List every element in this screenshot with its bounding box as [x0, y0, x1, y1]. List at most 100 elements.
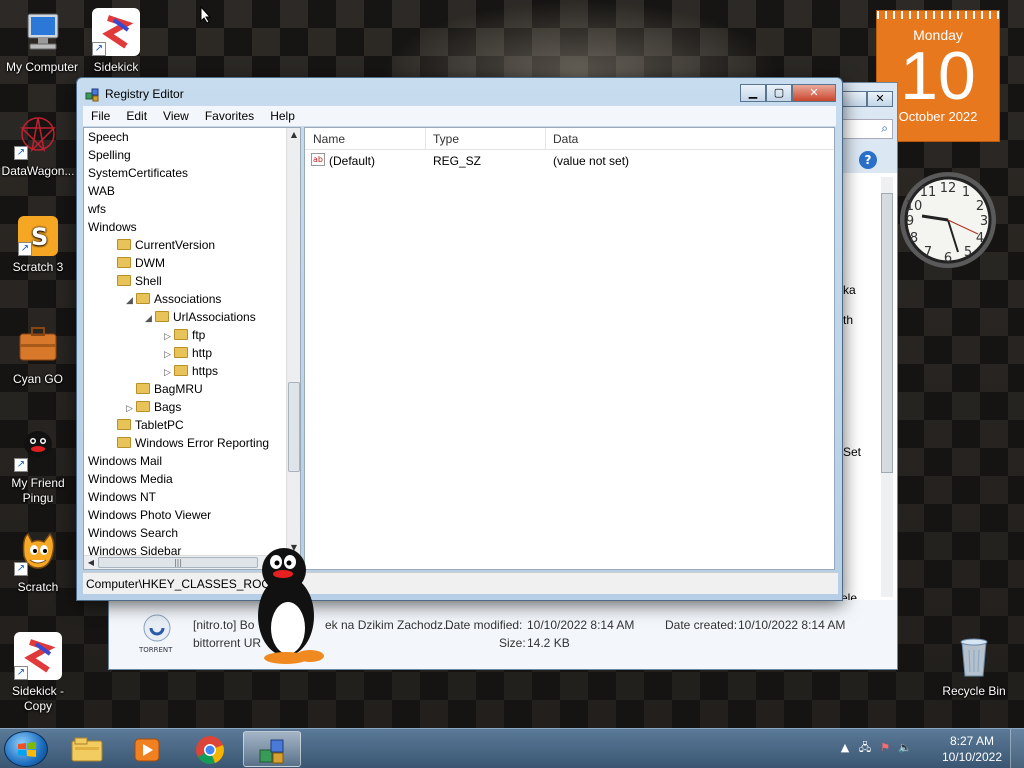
- folder-icon: [117, 239, 131, 250]
- scrollbar-thumb[interactable]: [881, 193, 893, 473]
- sidekick-icon: ↗: [14, 632, 62, 680]
- tree-node-bagmru[interactable]: BagMRU: [126, 380, 203, 398]
- pingu-character[interactable]: [252, 544, 328, 668]
- scroll-left-arrow-icon[interactable]: ◀: [84, 556, 98, 569]
- briefcase-icon: [14, 320, 62, 368]
- scrollbar-thumb[interactable]: |||: [98, 557, 258, 568]
- desktop-icon-scratch[interactable]: ↗ Scratch: [0, 528, 80, 595]
- menu-favorites[interactable]: Favorites: [197, 106, 262, 126]
- background-window-scrollbar[interactable]: [881, 177, 893, 597]
- shortcut-arrow-icon: ↗: [14, 666, 28, 680]
- folder-icon: [174, 347, 188, 358]
- tree-node-urlassociations[interactable]: ◢ UrlAssociations: [145, 308, 256, 326]
- tree-node-currentversion[interactable]: CurrentVersion: [107, 236, 215, 254]
- value-type: REG_SZ: [433, 154, 482, 168]
- minimize-button[interactable]: ▁: [740, 84, 766, 102]
- tree-node-label: Windows Photo Viewer: [88, 508, 212, 522]
- tree-node-speech[interactable]: Speech: [88, 128, 129, 146]
- taskbar-clock[interactable]: 8:27 AM 10/10/2022: [942, 733, 1002, 765]
- column-header-data[interactable]: Data: [553, 132, 578, 146]
- start-button[interactable]: [4, 731, 48, 767]
- svg-text:11: 11: [920, 185, 937, 200]
- desktop-icon-scratch3[interactable]: S ↗ Scratch 3: [0, 216, 80, 275]
- tree-expander-icon[interactable]: ▷: [164, 345, 174, 363]
- menu-help[interactable]: Help: [262, 106, 303, 126]
- shortcut-arrow-icon: ↗: [14, 562, 28, 576]
- pingu-icon: ↗: [14, 424, 62, 472]
- shortcut-arrow-icon: ↗: [14, 146, 28, 160]
- background-window-close-button[interactable]: ✕: [867, 91, 893, 107]
- tree-expander-icon[interactable]: ◢: [145, 309, 155, 327]
- tree-expander-icon[interactable]: ◢: [126, 291, 136, 309]
- taskbar-explorer-button[interactable]: [58, 731, 116, 767]
- tree-expander-icon[interactable]: ▷: [164, 327, 174, 345]
- desktop-icon-cyan-go[interactable]: Cyan GO: [0, 320, 80, 387]
- date-modified: 10/10/2022 8:14 AM: [527, 618, 635, 632]
- svg-text:1: 1: [962, 185, 970, 200]
- tree-node-http[interactable]: ▷ http: [164, 344, 212, 362]
- column-header-name[interactable]: Name: [313, 132, 345, 146]
- clock-gadget[interactable]: 12 1 2 345 678 9 10 11: [896, 160, 1000, 280]
- tree-node-label: Associations: [154, 292, 222, 306]
- network-icon[interactable]: 🖧: [858, 741, 872, 755]
- tree-node-label: Windows Media: [88, 472, 173, 486]
- registry-editor-window[interactable]: Registry Editor ▁ ▢ ✕ File Edit View Fav…: [76, 77, 843, 601]
- tree-node-associations[interactable]: ◢ Associations: [126, 290, 221, 308]
- help-icon[interactable]: ?: [859, 151, 877, 169]
- desktop-icon-recycle-bin[interactable]: Recycle Bin: [932, 632, 1016, 699]
- tree-node-label: Speech: [88, 130, 129, 144]
- desktop-icon-datawagon[interactable]: ↗ DataWagon...: [0, 112, 80, 179]
- desktop-icon-sidekick-copy[interactable]: ↗ Sidekick - Copy: [0, 632, 80, 714]
- torrent-file-icon: TORRENT: [137, 610, 177, 658]
- title-bar[interactable]: Registry Editor ▁ ▢ ✕: [77, 78, 842, 108]
- maximize-button[interactable]: ▢: [766, 84, 792, 102]
- tree-node-windows-photo-viewer[interactable]: Windows Photo Viewer: [88, 506, 211, 524]
- tree-expander-icon[interactable]: ▷: [164, 363, 174, 381]
- tree-node-wfs[interactable]: wfs: [88, 200, 106, 218]
- close-button[interactable]: ✕: [792, 84, 836, 102]
- tree-node-shell[interactable]: Shell: [107, 272, 162, 290]
- value-name: (Default): [329, 154, 376, 168]
- show-desktop-button[interactable]: [1010, 729, 1024, 768]
- column-header-type[interactable]: Type: [433, 132, 459, 146]
- desktop-icon-sidekick[interactable]: ↗ Sidekick: [74, 8, 158, 75]
- tree-node-windows-nt[interactable]: Windows NT: [88, 488, 156, 506]
- registry-tree-pane[interactable]: Speech Spelling SystemCertificates WAB wfs Wi…: [83, 127, 301, 570]
- taskbar-media-player-button[interactable]: [118, 731, 176, 767]
- desktop-icon-my-friend-pingu[interactable]: ↗ My Friend Pingu: [0, 424, 80, 506]
- tree-node-https[interactable]: ▷ https: [164, 362, 218, 380]
- taskbar-chrome-button[interactable]: [181, 731, 239, 767]
- tree-node-spelling[interactable]: Spelling: [88, 146, 131, 164]
- tree-node-windows-mail[interactable]: Windows Mail: [88, 452, 162, 470]
- media-player-icon: [134, 738, 160, 762]
- tree-node-windows-error-reporting[interactable]: Windows Error Reporting: [107, 434, 269, 452]
- tree-node-systemcertificates[interactable]: SystemCertificates: [88, 164, 188, 182]
- menu-view[interactable]: View: [155, 106, 197, 126]
- tree-node-wab[interactable]: WAB: [88, 182, 115, 200]
- show-hidden-icons-icon[interactable]: ▲: [838, 741, 852, 755]
- calendar-rings: [877, 11, 999, 19]
- scroll-up-arrow-icon[interactable]: ▲: [287, 128, 300, 142]
- tree-node-windows-media[interactable]: Windows Media: [88, 470, 173, 488]
- tree-node-tabletpc[interactable]: TabletPC: [107, 416, 184, 434]
- taskbar-regedit-button[interactable]: [243, 731, 301, 767]
- menu-edit[interactable]: Edit: [118, 106, 155, 126]
- clock-time: 8:27 AM: [949, 734, 994, 748]
- tree-expander-icon[interactable]: ▷: [126, 399, 136, 417]
- tree-node-windows-search[interactable]: Windows Search: [88, 524, 178, 542]
- desktop-icon-my-computer[interactable]: My Computer: [0, 8, 84, 75]
- scrollbar-thumb[interactable]: [288, 382, 300, 472]
- tree-node-ftp[interactable]: ▷ ftp: [164, 326, 205, 344]
- tree-node-bags[interactable]: ▷ Bags: [126, 398, 181, 416]
- tree-node-label: ftp: [192, 328, 206, 342]
- background-window-maximize-button[interactable]: [841, 91, 867, 107]
- action-center-icon[interactable]: ⚑: [878, 741, 892, 755]
- tree-node-windows[interactable]: Windows: [88, 218, 137, 236]
- background-window-search-box[interactable]: ⌕: [841, 119, 893, 139]
- menu-file[interactable]: File: [83, 106, 118, 126]
- tree-node-dwm[interactable]: DWM: [107, 254, 165, 272]
- tree-vertical-scrollbar[interactable]: ▲ ▼: [286, 128, 300, 569]
- volume-icon[interactable]: 🔈: [898, 741, 912, 755]
- registry-values-pane[interactable]: Name Type Data ab (Default) REG_SZ (valu…: [304, 127, 835, 570]
- explorer-icon: [71, 737, 103, 762]
